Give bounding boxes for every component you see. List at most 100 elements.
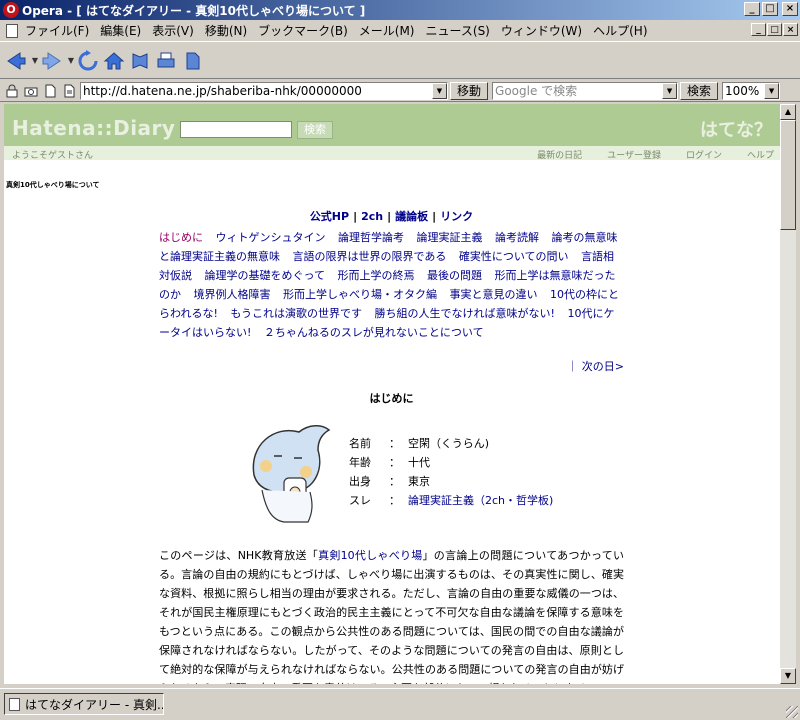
status-bar: はてなダイアリー - 真剣... [0, 688, 800, 720]
menu-help[interactable]: ヘルプ(H) [590, 22, 655, 39]
close-button[interactable]: × [782, 2, 798, 16]
window-title: Opera - [ はてなダイアリー - 真剣10代しゃべり場について ] [22, 3, 366, 18]
vertical-scrollbar[interactable]: ▲ ▼ [780, 104, 796, 684]
reload-icon [78, 49, 98, 70]
hatena-search-button[interactable]: 検索 [297, 121, 333, 139]
toc-link[interactable]: ２ちゃんねるのスレが見れないことについて [264, 326, 484, 339]
toc-link[interactable]: ウィトゲンシュタイン [216, 231, 326, 244]
go-button[interactable]: 移動 [450, 81, 489, 100]
back-button[interactable] [4, 48, 28, 74]
toc-link[interactable]: 論理実証主義 [417, 231, 483, 244]
camera-icon[interactable] [23, 83, 39, 99]
toc-link[interactable]: 形而上学の終焉 [337, 269, 414, 282]
section-title: はじめに [369, 392, 414, 405]
top-links: 公式HP | 2ch | 議論板 | リンク [309, 210, 474, 223]
hatena-search-input[interactable] [180, 121, 292, 138]
maximize-button[interactable]: □ [762, 2, 778, 16]
scroll-thumb[interactable] [780, 120, 796, 230]
thread-link[interactable]: 論理実証主義（2ch・哲学板) [408, 494, 553, 507]
login-link[interactable]: ログイン [686, 148, 722, 161]
profile-row: 出身：東京 [349, 472, 553, 491]
search-placeholder: Google で検索 [495, 83, 578, 98]
zoom-select[interactable]: 100% ▼ [722, 81, 781, 100]
forward-button[interactable] [40, 48, 64, 74]
discussion-board-link[interactable]: 議論板 [395, 210, 428, 223]
menu-mail[interactable]: メール(M) [356, 22, 423, 39]
opera-logo-icon: O [3, 2, 19, 18]
2ch-link[interactable]: 2ch [361, 210, 383, 223]
table-of-contents: はじめに ウィトゲンシュタイン 論理哲学論考 論理実証主義 論考読解 論考の無意… [159, 228, 624, 342]
menu-bar: ファイル(F) 編集(E) 表示(V) 移動(N) ブックマーク(B) メール(… [0, 20, 800, 42]
body-text-rest: 」の言論上の問題についてあつかっている。言論の自由の規約にもとづけば、しゃべり場… [159, 549, 624, 684]
hatena-brand-logo[interactable]: はてな？ [700, 116, 772, 142]
toc-link[interactable]: 確実性についての問い [459, 250, 569, 263]
help-link[interactable]: ヘルプ [747, 148, 774, 161]
toc-link[interactable]: 事実と意見の違い [450, 288, 538, 301]
window-controls: _ □ × [744, 2, 798, 16]
menu-view[interactable]: 表示(V) [149, 22, 202, 39]
search-button[interactable]: 検索 [680, 81, 719, 100]
menu-edit[interactable]: 編集(E) [97, 22, 149, 39]
toc-link[interactable]: 論考読解 [495, 231, 539, 244]
toc-link[interactable]: 最後の問題 [427, 269, 482, 282]
scroll-up-button[interactable]: ▲ [780, 104, 796, 120]
reload-button[interactable] [76, 48, 100, 74]
forward-history-dropdown[interactable]: ▼ [66, 48, 76, 74]
url-dropdown-button[interactable]: ▼ [432, 82, 447, 99]
home-button[interactable] [102, 48, 126, 74]
profile-key: スレ [349, 494, 371, 507]
forward-arrow-icon [42, 51, 61, 70]
security-lock-icon[interactable] [4, 83, 20, 99]
menu-bookmarks[interactable]: ブックマーク(B) [255, 22, 356, 39]
back-arrow-icon [7, 51, 26, 70]
new-page-button[interactable] [180, 48, 204, 74]
character-illustration [252, 425, 331, 523]
user-register-link[interactable]: ユーザー登録 [607, 148, 661, 161]
doc-minimize-button[interactable]: _ [751, 23, 766, 36]
menu-news[interactable]: ニュース(S) [422, 22, 497, 39]
menu-navigate[interactable]: 移動(N) [202, 22, 255, 39]
toc-link[interactable]: 形而上学しゃべり場・オタク編 [283, 288, 437, 301]
diary-title[interactable]: 真剣10代しゃべり場について [6, 180, 100, 190]
hatena-diary-logo[interactable]: Hatena::Diary [12, 116, 175, 140]
toc-link[interactable]: もうこれは演歌の世界です [230, 307, 362, 320]
toc-link[interactable]: 勝ち組の人生でなければ意味がない! [375, 307, 555, 320]
minimize-button[interactable]: _ [744, 2, 760, 16]
scroll-down-button[interactable]: ▼ [780, 668, 796, 684]
title-bar: O Opera - [ はてなダイアリー - 真剣10代しゃべり場について ] … [0, 0, 800, 20]
page-info-icon[interactable] [61, 83, 77, 99]
url-input[interactable]: http://d.hatena.ne.jp/shaberiba-nhk/0000… [80, 81, 448, 100]
toc-link[interactable]: 言語の限界は世界の限界である [293, 250, 447, 263]
zoom-dropdown-button[interactable]: ▼ [764, 82, 780, 99]
back-history-dropdown[interactable]: ▼ [30, 48, 40, 74]
search-input[interactable]: Google で検索 ▼ [492, 81, 679, 100]
next-day-link[interactable]: ｜ 次の日> [159, 358, 624, 374]
profile-row: 名前：空閑（くうらん) [349, 434, 553, 453]
body-text-start: このページは、NHK教育放送「 [159, 549, 319, 562]
page-tab[interactable]: はてなダイアリー - 真剣... [4, 693, 164, 715]
toc-link[interactable]: 境界例人格障害 [194, 288, 271, 301]
hotlist-button[interactable] [128, 48, 152, 74]
doc-restore-button[interactable]: □ [767, 23, 782, 36]
latest-diary-link[interactable]: 最新の日記 [537, 148, 582, 161]
profile-box: 名前：空閑（くうらん) 年齢：十代 出身：東京 スレ：論理実証主義（2ch・哲学… [159, 420, 624, 528]
address-bar: http://d.hatena.ne.jp/shaberiba-nhk/0000… [0, 80, 800, 102]
toc-link[interactable]: 論理学の基礎をめぐって [205, 269, 325, 282]
toc-link[interactable]: 論理哲学論考 [338, 231, 404, 244]
home-icon [103, 51, 125, 69]
profile-row: 年齢：十代 [349, 453, 553, 472]
links-link[interactable]: リンク [440, 210, 473, 223]
official-hp-link[interactable]: 公式HP [310, 210, 349, 223]
page-icon[interactable] [42, 83, 58, 99]
menu-window[interactable]: ウィンドウ(W) [498, 22, 590, 39]
profile-key: 名前 [349, 437, 371, 450]
doc-close-button[interactable]: × [783, 23, 798, 36]
print-button[interactable] [154, 48, 178, 74]
resize-grip[interactable] [786, 706, 798, 718]
zoom-value: 100% [725, 83, 760, 98]
search-engine-dropdown[interactable]: ▼ [662, 82, 678, 99]
toc-link[interactable]: はじめに [159, 231, 203, 244]
hatena-nav-links: 最新の日記 ユーザー登録 ログイン ヘルプ [537, 148, 774, 161]
program-link[interactable]: 真剣10代しゃべり場 [318, 549, 422, 562]
menu-file[interactable]: ファイル(F) [22, 22, 97, 39]
